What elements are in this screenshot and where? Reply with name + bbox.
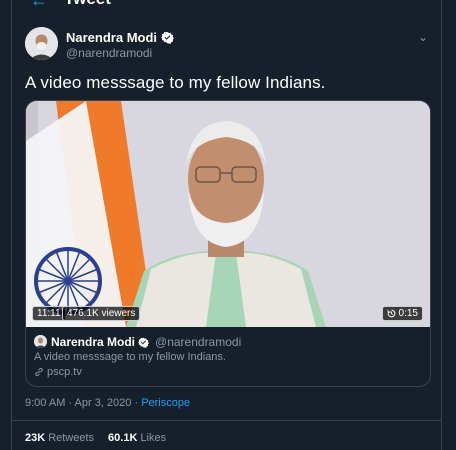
- card-link[interactable]: pscp.tv: [34, 366, 82, 378]
- display-name[interactable]: Narendra Modi: [66, 30, 157, 45]
- card-handle: @narendramodi: [155, 335, 242, 349]
- likes-stat[interactable]: 60.1K Likes: [108, 432, 166, 444]
- column-border-left: [11, 0, 12, 450]
- tweet-timestamp: 9:00 AM · Apr 3, 2020 · Periscope: [25, 397, 190, 409]
- tweet-text: A video messsage to my fellow Indians.: [25, 73, 326, 92]
- avatar[interactable]: [25, 27, 58, 60]
- top-bar: ← Tweet: [0, 0, 456, 10]
- video-player[interactable]: 11:11 476.1K viewers 0:15: [26, 101, 430, 327]
- card-description: A video messsage to my fellow Indians.: [34, 351, 226, 363]
- viewers-badge: 476.1K viewers: [62, 306, 141, 321]
- duration-badge: 0:15: [381, 306, 423, 321]
- author-handle[interactable]: @narendramodi: [66, 46, 152, 60]
- arrow-left-icon[interactable]: ←: [30, 0, 48, 9]
- replay-icon: [386, 309, 395, 318]
- timestamp-text[interactable]: 9:00 AM · Apr 3, 2020 ·: [25, 397, 141, 409]
- verified-badge-icon: [138, 337, 149, 348]
- source-link[interactable]: Periscope: [141, 397, 190, 409]
- chevron-down-icon[interactable]: ⌄: [418, 30, 428, 44]
- column-border-right: [441, 0, 442, 450]
- video-frame: [26, 101, 430, 327]
- divider: [11, 420, 441, 421]
- card-avatar: [34, 335, 47, 348]
- card-info[interactable]: Narendra Modi @narendramodi A video mess…: [26, 328, 430, 386]
- live-elapsed-badge: 11:11: [32, 306, 66, 321]
- page-title: Tweet: [64, 0, 111, 8]
- tweet-stats: 23K Retweets 60.1K Likes: [25, 432, 166, 444]
- video-card[interactable]: 11:11 476.1K viewers 0:15 Narendra Modi: [25, 100, 431, 387]
- retweets-stat[interactable]: 23K Retweets: [25, 432, 94, 444]
- link-icon: [35, 367, 43, 377]
- verified-badge-icon: [161, 31, 174, 44]
- card-author-row: Narendra Modi @narendramodi: [51, 335, 241, 349]
- author-name-row[interactable]: Narendra Modi: [66, 30, 174, 45]
- card-display-name: Narendra Modi: [51, 335, 136, 349]
